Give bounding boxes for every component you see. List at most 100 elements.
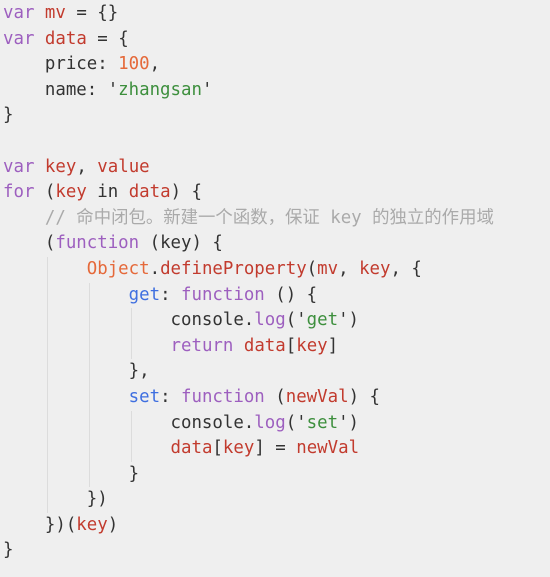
code-token: data <box>128 182 171 203</box>
code-line: } <box>3 461 494 488</box>
code-token: var <box>3 156 35 177</box>
code-token: newVal <box>285 386 349 407</box>
code-token: }, <box>3 361 150 382</box>
code-token: function <box>181 386 265 407</box>
code-token: ') <box>338 412 360 433</box>
indent-guide <box>46 333 48 360</box>
code-token: } <box>3 540 14 561</box>
code-line: console.log('set') <box>3 410 494 437</box>
indent-guide <box>46 384 48 411</box>
indent-guide <box>46 256 48 283</box>
code-token: } <box>3 105 14 126</box>
code-token: ) { <box>348 386 380 407</box>
code-token: set <box>306 412 339 433</box>
code-token: price: <box>3 54 119 75</box>
code-token: value <box>97 156 150 177</box>
indent-guide <box>130 410 132 437</box>
code-line: var mv = {} <box>3 1 494 27</box>
code-token: ( <box>264 386 286 407</box>
code-line: console.log('get') <box>3 308 494 334</box>
code-token: mv <box>317 258 339 279</box>
code-token: var <box>3 3 35 23</box>
indent-guide <box>46 487 48 513</box>
code-line: var data = { <box>3 27 494 53</box>
code-line: } <box>3 538 494 564</box>
code-token: get <box>306 310 339 331</box>
indent-guide <box>88 384 90 411</box>
indent-guide <box>46 410 48 437</box>
code-line: get: function () { <box>3 282 494 309</box>
code-token: newVal <box>296 438 360 459</box>
code-token: key <box>44 156 77 177</box>
code-token: console. <box>3 310 255 331</box>
code-line: }) <box>3 487 494 513</box>
indent-guide <box>130 436 132 462</box>
code-token: , { <box>390 258 422 279</box>
code-line: }, <box>3 359 494 385</box>
indent-guide <box>46 308 48 334</box>
code-token: [ <box>285 335 297 356</box>
code-line: price: 100, <box>3 52 494 78</box>
code-line: } <box>3 103 494 129</box>
code-token: defineProperty <box>160 258 307 279</box>
code-token: = {} <box>65 3 119 23</box>
code-line: (function (key) { <box>3 231 494 257</box>
indent-guide <box>46 282 48 309</box>
code-token: : <box>160 386 182 407</box>
code-token: () { <box>264 284 318 305</box>
code-token: = { <box>86 28 129 49</box>
code-line: })(key) <box>3 513 494 539</box>
code-line: data[key] = newVal <box>3 436 494 462</box>
code-token: 100 <box>118 54 150 75</box>
code-token: ( <box>306 258 318 279</box>
code-line: name: 'zhangsan' <box>3 78 494 104</box>
code-token: data <box>170 438 213 459</box>
code-token: key <box>55 182 87 203</box>
code-token: key <box>296 335 328 356</box>
code-token: log <box>254 412 286 433</box>
code-token: (key) { <box>139 233 223 254</box>
code-token: data <box>243 335 286 356</box>
code-token: , <box>149 54 161 75</box>
code-line: return data[key] <box>3 333 494 360</box>
code-token: var <box>3 28 35 49</box>
code-block: var mv = {} var data = { price: 100, name… <box>3 1 494 564</box>
code-token: })( <box>3 514 77 535</box>
code-token: mv <box>44 3 66 23</box>
code-token: ( <box>34 182 56 203</box>
code-token: ] = <box>254 438 297 459</box>
code-token: function <box>55 233 140 254</box>
code-line: for (key in data) { <box>3 180 494 206</box>
code-token: in <box>86 182 129 203</box>
code-token: } <box>3 463 140 484</box>
indent-guide <box>88 308 90 334</box>
code-token: name: ' <box>3 79 119 100</box>
code-token: }) <box>3 489 108 510</box>
code-token: key <box>222 438 255 459</box>
code-token: // 命中闭包。新建一个函数，保证 key 的独立的作用域 <box>44 207 494 228</box>
indent-guide <box>88 461 90 488</box>
indent-guide <box>46 436 48 462</box>
code-token: function <box>181 284 265 305</box>
indent-guide <box>130 333 132 360</box>
code-token: log <box>254 310 286 331</box>
code-token: set <box>128 386 161 407</box>
indent-guide <box>130 308 132 334</box>
code-token: console. <box>3 412 255 433</box>
code-token: (' <box>285 412 307 433</box>
code-token: ] <box>327 335 339 356</box>
code-line: // 命中闭包。新建一个函数，保证 key 的独立的作用域 <box>3 206 494 232</box>
code-line: set: function (newVal) { <box>3 384 494 411</box>
indent-guide <box>46 359 48 385</box>
indent-guide <box>88 410 90 437</box>
code-token: key <box>76 514 108 535</box>
code-token: ) { <box>170 182 202 203</box>
